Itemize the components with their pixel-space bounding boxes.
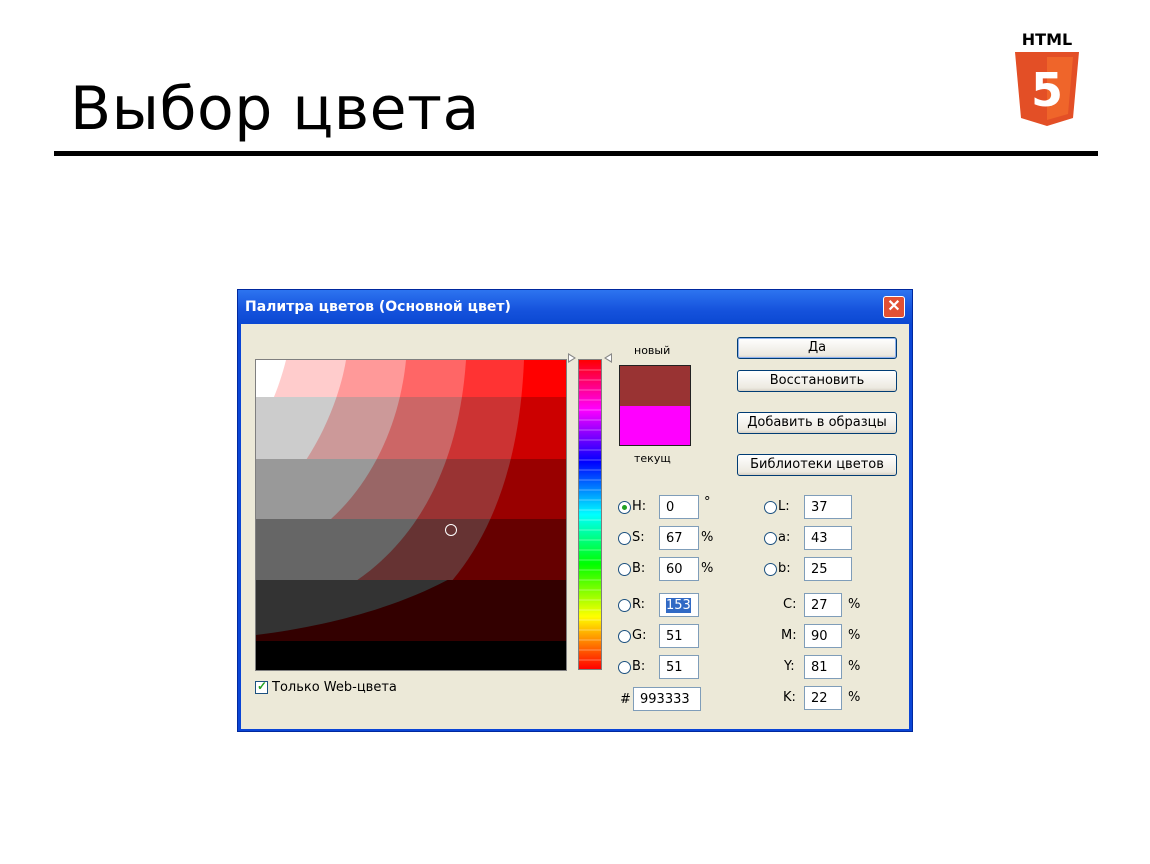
- cyan-input[interactable]: 27: [804, 593, 842, 617]
- new-color-label: новый: [634, 344, 671, 357]
- radio-red[interactable]: [618, 599, 631, 612]
- web-colors-only-checkbox[interactable]: ✓: [255, 679, 268, 694]
- lab-a-input[interactable]: 43: [804, 526, 852, 550]
- radio-selected-dot: [622, 505, 627, 510]
- html5-logo-text: HTML: [1021, 30, 1073, 49]
- cyan-unit: %: [848, 597, 861, 612]
- red-input-value: 153: [666, 598, 691, 613]
- magenta-unit: %: [848, 628, 861, 643]
- brightness-input[interactable]: 60: [659, 557, 699, 581]
- close-icon: ✕: [887, 298, 901, 315]
- slide-title: Выбор цвета: [70, 74, 480, 144]
- color-field[interactable]: [255, 359, 567, 671]
- color-picker-handle[interactable]: [445, 524, 457, 536]
- brightness-unit: %: [701, 561, 714, 576]
- saturation-input[interactable]: 67: [659, 526, 699, 550]
- color-picker-dialog: Палитра цветов (Основной цвет) ✕ новый т…: [237, 289, 913, 732]
- blue-label: B:: [632, 659, 646, 674]
- hex-label: #: [620, 692, 631, 707]
- lab-l-input[interactable]: 37: [804, 495, 852, 519]
- green-label: G:: [632, 628, 647, 643]
- red-label: R:: [632, 597, 646, 612]
- html5-logo-number: 5: [1031, 63, 1063, 117]
- html5-logo: HTML 5: [1010, 30, 1084, 128]
- radio-blue[interactable]: [618, 661, 631, 674]
- brightness-label: B:: [632, 561, 646, 576]
- saturation-label: S:: [632, 530, 645, 545]
- current-color-swatch[interactable]: [619, 406, 691, 446]
- ok-button[interactable]: Да: [737, 337, 897, 359]
- checkmark-icon: ✓: [257, 679, 268, 693]
- cyan-label: C:: [783, 597, 797, 612]
- hue-unit: °: [704, 495, 711, 510]
- hue-slider-bands: [579, 369, 601, 661]
- dialog-titlebar[interactable]: Палитра цветов (Основной цвет) ✕: [238, 290, 912, 324]
- html5-shield-icon: 5: [1015, 52, 1079, 126]
- black-label: K:: [783, 690, 796, 705]
- magenta-label: M:: [781, 628, 797, 643]
- dialog-body: новый текущ Да Восстановить Добавить в о…: [241, 324, 909, 729]
- hex-input[interactable]: 993333: [633, 687, 701, 711]
- radio-lab-b[interactable]: [764, 563, 777, 576]
- green-input[interactable]: 51: [659, 624, 699, 648]
- lab-l-label: L:: [778, 499, 790, 514]
- black-unit: %: [848, 690, 861, 705]
- hue-label: H:: [632, 499, 647, 514]
- yellow-unit: %: [848, 659, 861, 674]
- hue-slider[interactable]: [578, 359, 602, 670]
- new-color-swatch: [619, 365, 691, 406]
- web-colors-only-label[interactable]: Только Web-цвета: [272, 680, 397, 695]
- hue-input[interactable]: 0: [659, 495, 699, 519]
- radio-saturation[interactable]: [618, 532, 631, 545]
- yellow-label: Y:: [784, 659, 795, 674]
- black-input[interactable]: 22: [804, 686, 842, 710]
- yellow-input[interactable]: 81: [804, 655, 842, 679]
- lab-a-label: a:: [778, 530, 791, 545]
- radio-lightness[interactable]: [764, 501, 777, 514]
- current-color-label: текущ: [634, 452, 671, 465]
- radio-green[interactable]: [618, 630, 631, 643]
- radio-lab-a[interactable]: [764, 532, 777, 545]
- blue-input[interactable]: 51: [659, 655, 699, 679]
- magenta-input[interactable]: 90: [804, 624, 842, 648]
- saturation-unit: %: [701, 530, 714, 545]
- dialog-title: Палитра цветов (Основной цвет): [245, 299, 511, 315]
- color-libraries-button[interactable]: Библиотеки цветов: [737, 454, 897, 476]
- title-divider: [54, 151, 1098, 156]
- lab-b-input[interactable]: 25: [804, 557, 852, 581]
- radio-hue[interactable]: [618, 501, 631, 514]
- color-field-gradient: [256, 360, 566, 670]
- close-button[interactable]: ✕: [883, 296, 905, 318]
- add-to-swatches-button[interactable]: Добавить в образцы: [737, 412, 897, 434]
- radio-brightness[interactable]: [618, 563, 631, 576]
- reset-button[interactable]: Восстановить: [737, 370, 897, 392]
- red-input[interactable]: 153: [659, 593, 699, 617]
- lab-b-label: b:: [778, 561, 791, 576]
